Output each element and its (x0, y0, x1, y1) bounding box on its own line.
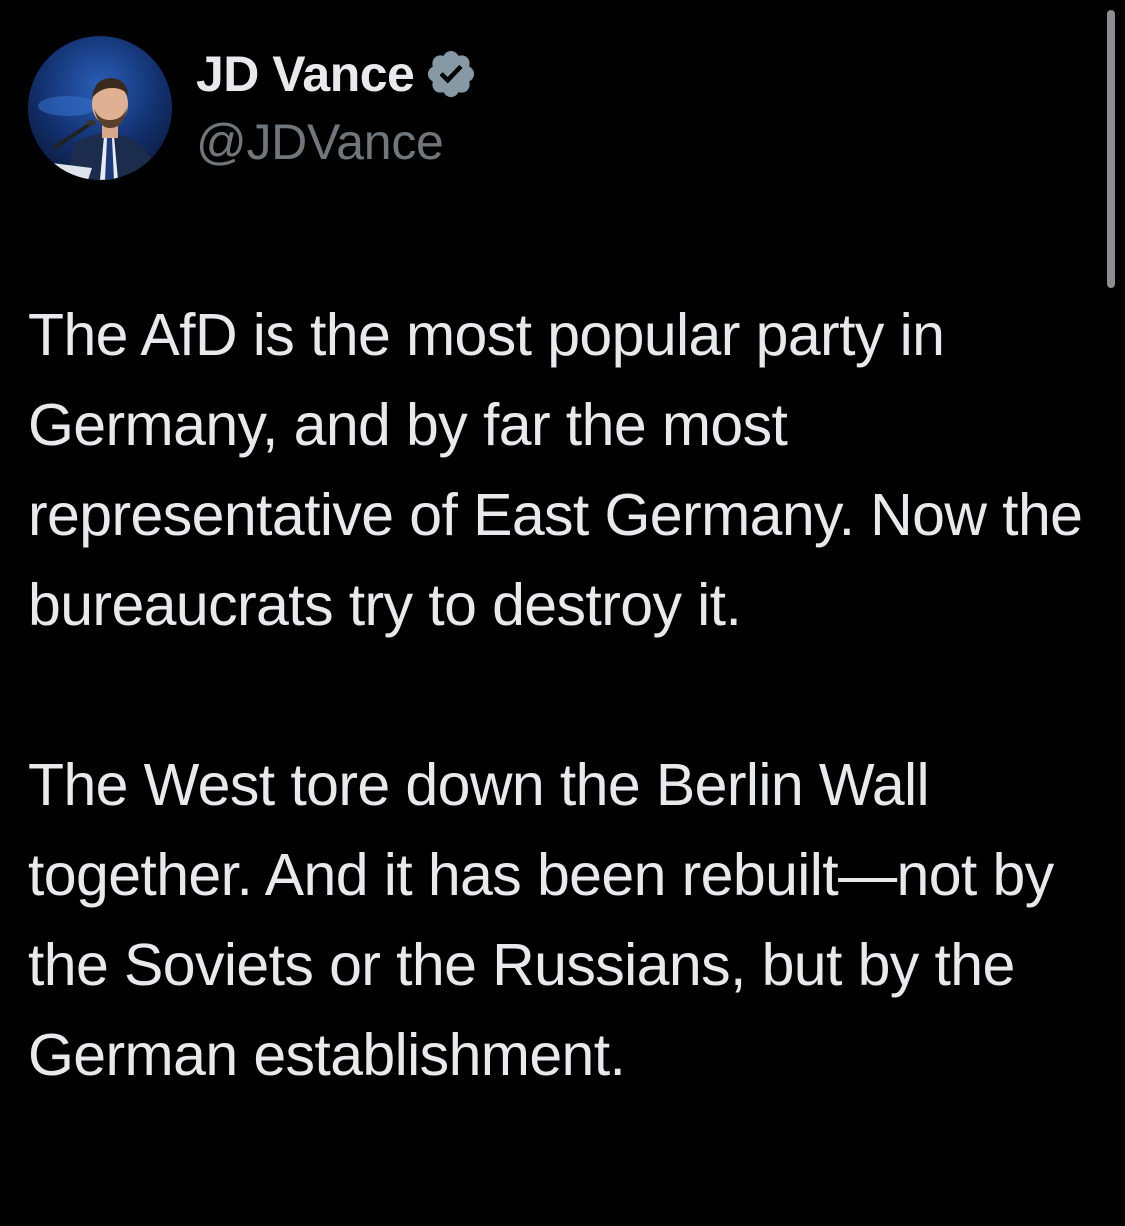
avatar[interactable] (28, 36, 172, 180)
profile-photo-icon (28, 36, 172, 180)
tweet-text: The AfD is the most popular party in Ger… (28, 290, 1098, 1100)
tweet-paragraph: The West tore down the Berlin Wall toget… (28, 752, 1054, 1088)
verified-badge-icon[interactable] (424, 47, 478, 101)
scrollbar[interactable] (1107, 10, 1115, 288)
tweet-paragraph: The AfD is the most popular party in Ger… (28, 302, 1083, 638)
user-handle[interactable]: @JDVance (196, 113, 478, 171)
author-identity: JD Vance @JDVance (196, 45, 478, 171)
display-name[interactable]: JD Vance (196, 45, 415, 103)
name-row: JD Vance (196, 45, 478, 103)
tweet-header: JD Vance @JDVance (28, 36, 478, 180)
